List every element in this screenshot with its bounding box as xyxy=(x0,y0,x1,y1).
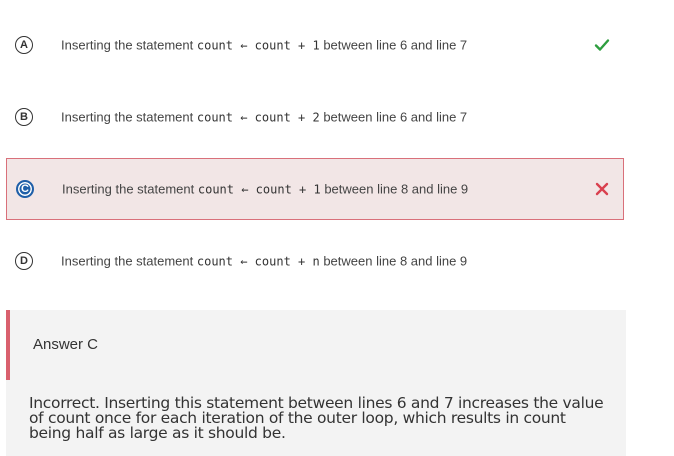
option-d-code: count ← count + n xyxy=(196,254,320,269)
feedback-panel: Answer C Incorrect. Inserting this state… xyxy=(6,310,626,456)
option-b-suffix: between line 6 and line 7 xyxy=(323,109,468,125)
option-d-suffix: between line 8 and line 9 xyxy=(323,253,468,269)
option-a-prefix: Inserting the statement xyxy=(61,37,194,53)
answer-option-a[interactable]: A Inserting the statement count ← count … xyxy=(6,14,624,76)
option-a-text: Inserting the statement count ← count + … xyxy=(61,38,467,53)
option-b-prefix: Inserting the statement xyxy=(61,109,194,125)
option-letter-c: C xyxy=(16,180,34,198)
option-a-code: count ← count + 1 xyxy=(196,38,320,53)
feedback-explanation: Incorrect. Inserting this statement betw… xyxy=(29,394,604,442)
option-letter-a: A xyxy=(15,36,33,54)
feedback-accent-bar xyxy=(6,310,10,380)
option-b-text: Inserting the statement count ← count + … xyxy=(61,110,467,125)
option-a-suffix: between line 6 and line 7 xyxy=(323,37,468,53)
answer-option-c[interactable]: C Inserting the statement count ← count … xyxy=(6,158,624,220)
correct-check-icon xyxy=(594,39,610,51)
option-letter-b: B xyxy=(15,108,33,126)
option-c-suffix: between line 8 and line 9 xyxy=(324,181,469,197)
option-b-code: count ← count + 2 xyxy=(196,110,320,125)
answer-option-b[interactable]: B Inserting the statement count ← count … xyxy=(6,86,624,148)
option-letter-d: D xyxy=(15,252,33,270)
option-d-text: Inserting the statement count ← count + … xyxy=(61,254,467,269)
incorrect-x-icon xyxy=(595,182,609,196)
feedback-title: Answer C xyxy=(33,336,99,353)
option-d-prefix: Inserting the statement xyxy=(61,253,194,269)
option-c-code: count ← count + 1 xyxy=(197,182,321,197)
option-c-prefix: Inserting the statement xyxy=(62,181,195,197)
answer-option-d[interactable]: D Inserting the statement count ← count … xyxy=(6,230,624,292)
option-c-text: Inserting the statement count ← count + … xyxy=(62,182,468,197)
